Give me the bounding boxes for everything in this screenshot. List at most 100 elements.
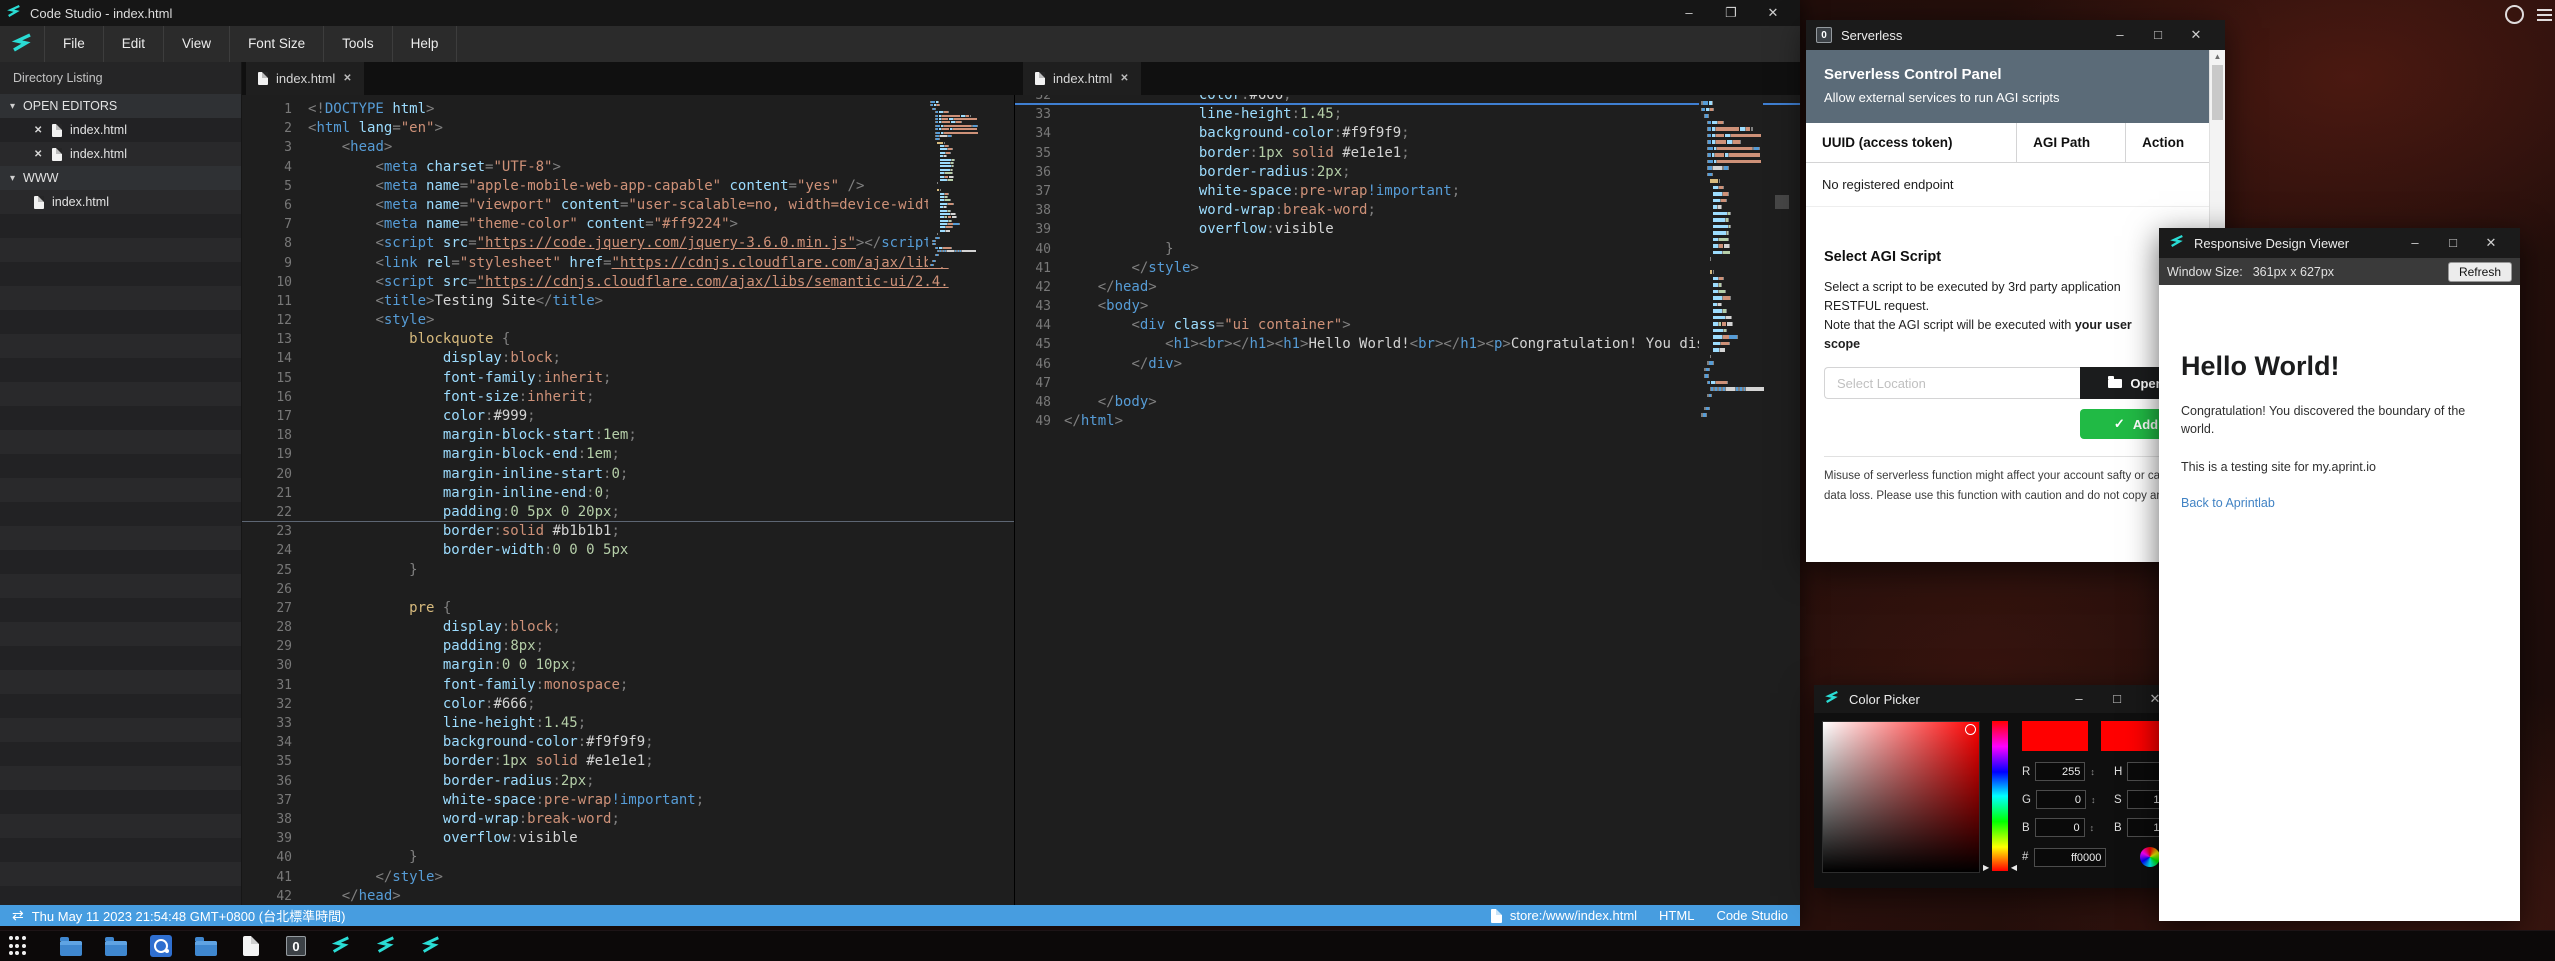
code-line[interactable]: 21 margin-inline-end:0; [242, 484, 1014, 503]
close-tab-icon[interactable]: ✕ [1120, 73, 1128, 84]
minimize-icon[interactable]: – [1668, 0, 1710, 26]
code-content[interactable]: 1<!DOCTYPE html>2<html lang="en">3 <head… [242, 95, 1014, 905]
code-line[interactable]: 36 border-radius:2px; [242, 772, 1014, 791]
restore-icon[interactable]: ❐ [1710, 0, 1752, 26]
code-line[interactable]: 35 border:1px solid #e1e1e1; [242, 752, 1014, 771]
status-language[interactable]: HTML [1659, 908, 1694, 923]
menu-file[interactable]: File [44, 26, 103, 62]
code-line[interactable]: 37 white-space:pre-wrap!important; [1015, 182, 1800, 201]
close-file-icon[interactable]: ✕ [34, 125, 44, 136]
code-content[interactable]: 32 color:#666;33 line-height:1.45;34 bac… [1015, 95, 1800, 431]
color-wheel-icon[interactable] [2140, 847, 2160, 867]
code-line[interactable]: 24 border-width:0 0 0 5px [242, 541, 1014, 560]
folder-icon[interactable] [104, 934, 128, 958]
code-line[interactable]: 36 border-radius:2px; [1015, 163, 1800, 182]
code-line[interactable]: 5 <meta name="apple-mobile-web-app-capab… [242, 177, 1014, 196]
code-line[interactable]: 22 padding:0 5px 0 20px; [242, 503, 1014, 522]
code-line[interactable]: 34 background-color:#f9f9f9; [242, 733, 1014, 752]
menu-view[interactable]: View [163, 26, 229, 62]
folder-icon[interactable] [59, 934, 83, 958]
status-file-path[interactable]: store:/www/index.html [1491, 908, 1637, 923]
editor-pane-right[interactable]: 32 color:#666;33 line-height:1.45;34 bac… [1014, 95, 1800, 905]
close-file-icon[interactable]: ✕ [34, 149, 44, 160]
status-app-name[interactable]: Code Studio [1716, 908, 1788, 923]
hue-marker-left-icon[interactable]: ▶ [1983, 863, 1989, 872]
color-cursor[interactable] [1965, 724, 1976, 735]
close-tab-icon[interactable]: ✕ [343, 73, 351, 84]
document-icon[interactable] [239, 934, 263, 958]
select-location-input[interactable] [1824, 367, 2080, 399]
code-line[interactable]: 41 </style> [242, 868, 1014, 887]
scroll-up-icon[interactable]: ▲ [2210, 50, 2225, 64]
code-line[interactable]: 10 <script src="https://cdnjs.cloudflare… [242, 273, 1014, 292]
sidebar-item-index-html[interactable]: ✕ index.html [0, 142, 241, 166]
close-icon[interactable]: ✕ [2177, 20, 2215, 50]
maximize-icon[interactable]: □ [2434, 228, 2472, 258]
code-line[interactable]: 31 font-family:monospace; [242, 676, 1014, 695]
code-line[interactable]: 38 word-wrap:break-word; [1015, 201, 1800, 220]
code-line[interactable]: 39 overflow:visible [242, 829, 1014, 848]
code-line[interactable]: 30 margin:0 0 10px; [242, 656, 1014, 675]
code-line[interactable]: 26 [242, 580, 1014, 599]
page-link[interactable]: Back to Aprintlab [2181, 496, 2498, 510]
code-line[interactable]: 23 border:solid #b1b1b1; [242, 522, 1014, 541]
code-studio-icon[interactable] [329, 934, 353, 958]
code-line[interactable]: 17 color:#999; [242, 407, 1014, 426]
code-line[interactable]: 18 margin-block-start:1em; [242, 426, 1014, 445]
code-line[interactable]: 3 <head> [242, 138, 1014, 157]
hue-slider[interactable]: ▶ ◀ [1992, 721, 2008, 871]
code-line[interactable]: 44 <div class="ui container"> [1015, 316, 1800, 335]
code-studio-icon[interactable] [419, 934, 443, 958]
rdv-title-bar[interactable]: Responsive Design Viewer – □ ✕ [2159, 228, 2520, 258]
code-line[interactable]: 15 font-family:inherit; [242, 369, 1014, 388]
refresh-button[interactable]: Refresh [2448, 262, 2512, 282]
maximize-icon[interactable]: □ [2098, 684, 2136, 714]
stepper-icon[interactable]: ↕ [2090, 767, 2095, 777]
saturation-field[interactable] [1822, 721, 1980, 873]
code-line[interactable]: 38 word-wrap:break-word; [242, 810, 1014, 829]
code-line[interactable]: 7 <meta name="theme-color" content="#ff9… [242, 215, 1014, 234]
stepper-icon[interactable]: ↕ [2091, 795, 2096, 805]
code-line[interactable]: 35 border:1px solid #e1e1e1; [1015, 144, 1800, 163]
code-line[interactable]: 12 <style> [242, 311, 1014, 330]
close-icon[interactable]: ✕ [2472, 228, 2510, 258]
code-line[interactable]: 39 overflow:visible [1015, 220, 1800, 239]
menu-icon[interactable] [2537, 9, 2552, 21]
code-line[interactable]: 25 } [242, 561, 1014, 580]
editor-pane-left[interactable]: 1<!DOCTYPE html>2<html lang="en">3 <head… [242, 95, 1014, 905]
menu-font-size[interactable]: Font Size [229, 26, 323, 62]
code-line[interactable]: 19 margin-block-end:1em; [242, 445, 1014, 464]
sidebar-item-index-html[interactable]: index.html [0, 190, 241, 214]
code-line[interactable]: 9 <link rel="stylesheet" href="https://c… [242, 254, 1014, 273]
code-line[interactable]: 32 color:#666; [242, 695, 1014, 714]
code-line[interactable]: 33 line-height:1.45; [1015, 105, 1800, 124]
stepper-icon[interactable]: ↕ [2090, 823, 2095, 833]
media-app-icon[interactable] [149, 934, 173, 958]
tab-index-html[interactable]: index.html ✕ [246, 62, 364, 95]
serverless-app-icon[interactable]: 0 [284, 934, 308, 958]
code-line[interactable]: 14 display:block; [242, 349, 1014, 368]
green-input[interactable]: 0 [2036, 790, 2086, 809]
code-line[interactable]: 45 <h1><br></h1><h1>Hello World!<br></h1… [1015, 335, 1800, 354]
color-picker-title-bar[interactable]: Color Picker – □ ✕ [1814, 685, 2184, 713]
code-line[interactable]: 46 </div> [1015, 355, 1800, 374]
code-line[interactable]: 49</html> [1015, 412, 1800, 431]
code-line[interactable]: 32 color:#666; [1015, 95, 1800, 105]
minimap[interactable] [928, 101, 979, 267]
minimize-icon[interactable]: – [2396, 228, 2434, 258]
hex-input[interactable]: ff0000 [2034, 848, 2106, 867]
sidebar-section-open-editors[interactable]: ▾ OPEN EDITORS [0, 94, 241, 118]
status-circle-icon[interactable] [2505, 5, 2524, 24]
menu-edit[interactable]: Edit [103, 26, 163, 62]
code-line[interactable]: 13 blockquote { [242, 330, 1014, 349]
blue-input[interactable]: 0 [2035, 818, 2085, 837]
title-bar[interactable]: Code Studio - index.html – ❐ ✕ [0, 0, 1800, 26]
red-input[interactable]: 255 [2035, 762, 2085, 781]
app-grid-icon[interactable] [14, 934, 38, 958]
folder-icon[interactable] [194, 934, 218, 958]
status-datetime[interactable]: ⇄ Thu May 11 2023 21:54:48 GMT+0800 (台北標… [12, 906, 345, 925]
minimize-icon[interactable]: – [2060, 684, 2098, 714]
minimize-icon[interactable]: – [2101, 20, 2139, 50]
code-line[interactable]: 42 </head> [242, 887, 1014, 905]
close-icon[interactable]: ✕ [1752, 0, 1794, 26]
